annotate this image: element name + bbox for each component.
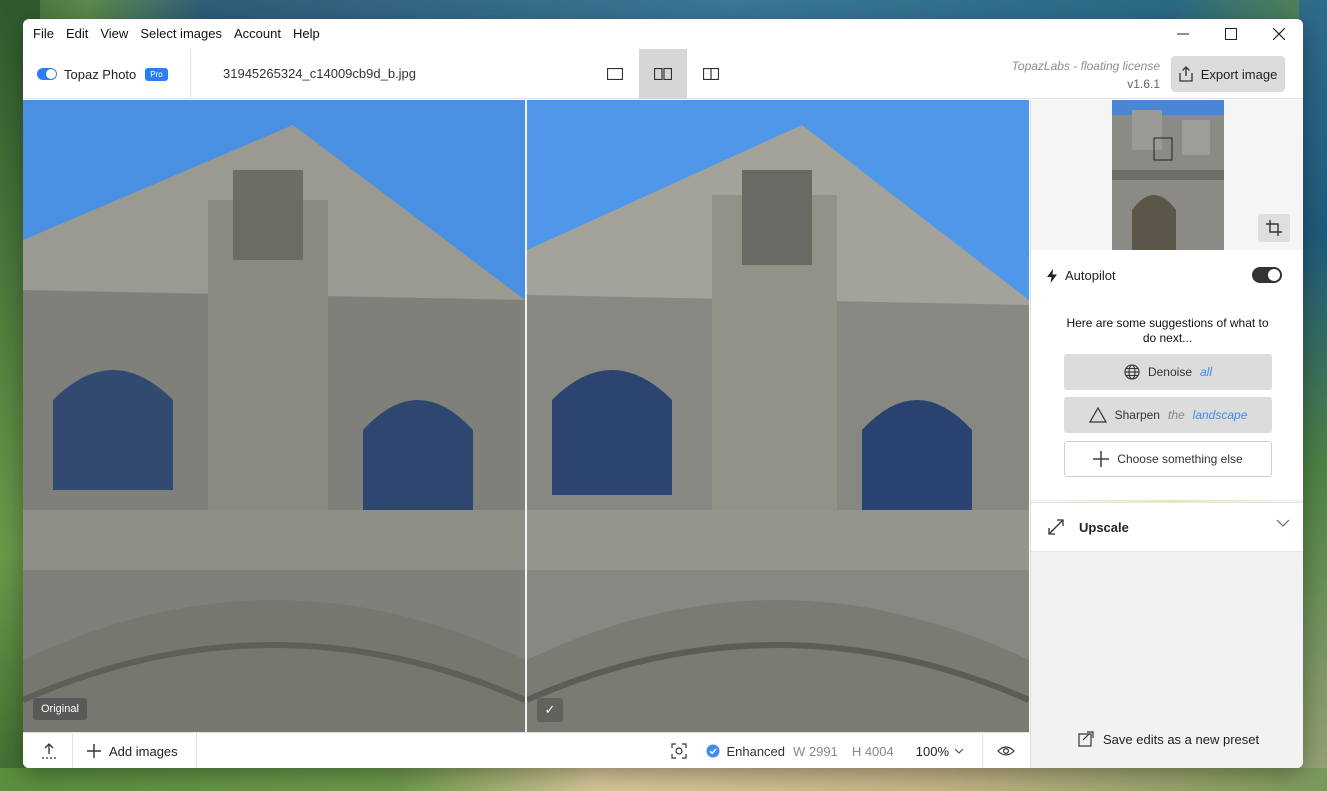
menu-view[interactable]: View bbox=[94, 19, 134, 49]
preset-edit-icon bbox=[1078, 731, 1094, 747]
sharpen-target: landscape bbox=[1192, 408, 1248, 422]
preview-area[interactable]: Original ✓ bbox=[23, 100, 1029, 732]
plus-icon bbox=[87, 744, 101, 758]
upload-icon bbox=[42, 743, 56, 759]
maximize-button[interactable] bbox=[1207, 19, 1255, 49]
toggle-preview-button[interactable] bbox=[983, 745, 1029, 757]
image-height: H 4004 bbox=[851, 743, 894, 759]
autopilot-row: Autopilot bbox=[1047, 268, 1116, 283]
original-label: Original bbox=[33, 698, 87, 720]
globe-icon bbox=[1124, 364, 1140, 380]
suggestions-text: Here are some suggestions of what to do … bbox=[1066, 316, 1269, 345]
bottom-bar: Add images Enhanced W 2991 H 4004 100% bbox=[23, 732, 1029, 768]
image-width: W 2991 bbox=[793, 743, 838, 759]
app-version: v1.6.1 bbox=[1127, 77, 1160, 91]
minimize-icon bbox=[1177, 33, 1189, 35]
zoom-value: 100% bbox=[915, 743, 949, 759]
desktop-background-bottom bbox=[0, 768, 1327, 791]
denoise-target: all bbox=[1200, 365, 1213, 379]
export-image-button[interactable]: Export image bbox=[1171, 56, 1285, 92]
view-mode-group bbox=[591, 49, 735, 99]
window-controls bbox=[1159, 19, 1303, 49]
side-by-side-icon bbox=[654, 68, 672, 80]
pro-badge: Pro bbox=[145, 67, 168, 81]
choose-something-else-button[interactable]: Choose something else bbox=[1064, 441, 1272, 477]
original-pane[interactable]: Original bbox=[23, 100, 525, 732]
check-icon: ✓ bbox=[544, 702, 556, 717]
save-preset-button[interactable]: Save edits as a new preset bbox=[1078, 731, 1259, 747]
export-icon bbox=[1179, 66, 1193, 82]
single-view-icon bbox=[607, 68, 623, 80]
right-panel: Autopilot Here are some suggestions of w… bbox=[1030, 100, 1303, 768]
close-icon bbox=[1273, 28, 1285, 40]
crop-button[interactable] bbox=[1258, 214, 1290, 242]
save-preset-label: Save edits as a new preset bbox=[1103, 731, 1260, 747]
menu-select-images[interactable]: Select images bbox=[134, 19, 228, 49]
export-label: Export image bbox=[1200, 66, 1278, 82]
upscale-section[interactable]: Upscale bbox=[1031, 502, 1303, 552]
expand-arrows-icon bbox=[1048, 519, 1064, 535]
side-by-side-view-button[interactable] bbox=[639, 49, 687, 99]
lightning-icon bbox=[1047, 268, 1057, 283]
brand: Topaz Photo Pro bbox=[37, 49, 168, 99]
menu-account[interactable]: Account bbox=[228, 19, 287, 49]
brand-name: Topaz Photo bbox=[64, 66, 137, 82]
camera-focus-icon bbox=[671, 743, 688, 759]
thumbnail-image bbox=[1112, 100, 1224, 250]
menu-bar: File Edit View Select images Account Hel… bbox=[23, 19, 1303, 49]
denoise-label: Denoise bbox=[1147, 365, 1192, 379]
enhanced-label: Enhanced bbox=[726, 743, 786, 759]
enhanced-pane[interactable]: ✓ bbox=[527, 100, 1029, 732]
navigator bbox=[1031, 100, 1303, 250]
sharpen-button[interactable]: Sharpen the landscape bbox=[1064, 397, 1272, 433]
triangle-icon bbox=[1088, 407, 1107, 423]
upscale-label: Upscale bbox=[1079, 520, 1129, 535]
bottom-right-group: Enhanced W 2991 H 4004 100% bbox=[664, 733, 1029, 768]
maximize-icon bbox=[1225, 28, 1237, 40]
autopilot-label: Autopilot bbox=[1065, 268, 1116, 283]
menu-help[interactable]: Help bbox=[287, 19, 326, 49]
denoise-button[interactable]: Denoise all bbox=[1064, 354, 1272, 390]
eye-icon bbox=[997, 746, 1015, 756]
autopilot-section: Autopilot Here are some suggestions of w… bbox=[1031, 250, 1303, 500]
snapshot-button[interactable] bbox=[664, 743, 694, 759]
split-view-icon bbox=[703, 68, 719, 80]
toolbar: Topaz Photo Pro 31945265324_c14009cb9d_b… bbox=[23, 49, 1303, 99]
single-view-button[interactable] bbox=[591, 49, 639, 99]
split-view-button[interactable] bbox=[687, 49, 735, 99]
sharpen-label: Sharpen bbox=[1114, 408, 1160, 422]
license-name: TopazLabs - floating license bbox=[1011, 59, 1160, 73]
check-circle-icon bbox=[706, 744, 720, 758]
sharpen-article: the bbox=[1167, 408, 1185, 422]
navigator-thumbnail[interactable] bbox=[1112, 100, 1224, 250]
file-name: 31945265324_c14009cb9d_b.jpg bbox=[223, 66, 417, 81]
autopilot-toggle[interactable] bbox=[1252, 267, 1282, 283]
enhanced-image bbox=[527, 100, 1029, 732]
add-images-label: Add images bbox=[109, 743, 178, 759]
enhanced-status: Enhanced bbox=[706, 744, 785, 759]
desktop-background-right bbox=[1299, 0, 1327, 791]
zoom-dropdown[interactable]: 100% bbox=[916, 744, 964, 759]
minimize-button[interactable] bbox=[1159, 19, 1207, 49]
menu-file[interactable]: File bbox=[23, 19, 60, 49]
app-window: File Edit View Select images Account Hel… bbox=[23, 19, 1303, 768]
add-images-button[interactable]: Add images bbox=[87, 733, 178, 768]
chevron-down-icon bbox=[954, 748, 964, 754]
bottom-divider bbox=[196, 733, 197, 768]
enhanced-check-badge: ✓ bbox=[537, 698, 563, 722]
plus-icon bbox=[1093, 451, 1110, 467]
menu-edit[interactable]: Edit bbox=[60, 19, 94, 49]
choose-label: Choose something else bbox=[1117, 452, 1243, 466]
license-info: TopazLabs - floating license v1.6.1 bbox=[1012, 57, 1160, 93]
original-image bbox=[23, 100, 525, 732]
chevron-down-icon bbox=[1276, 519, 1290, 527]
crop-icon bbox=[1266, 220, 1282, 236]
bottom-divider bbox=[72, 733, 73, 768]
close-button[interactable] bbox=[1255, 19, 1303, 49]
brand-logo-icon bbox=[37, 68, 57, 80]
upload-button[interactable] bbox=[31, 733, 67, 768]
toolbar-divider bbox=[190, 49, 191, 99]
